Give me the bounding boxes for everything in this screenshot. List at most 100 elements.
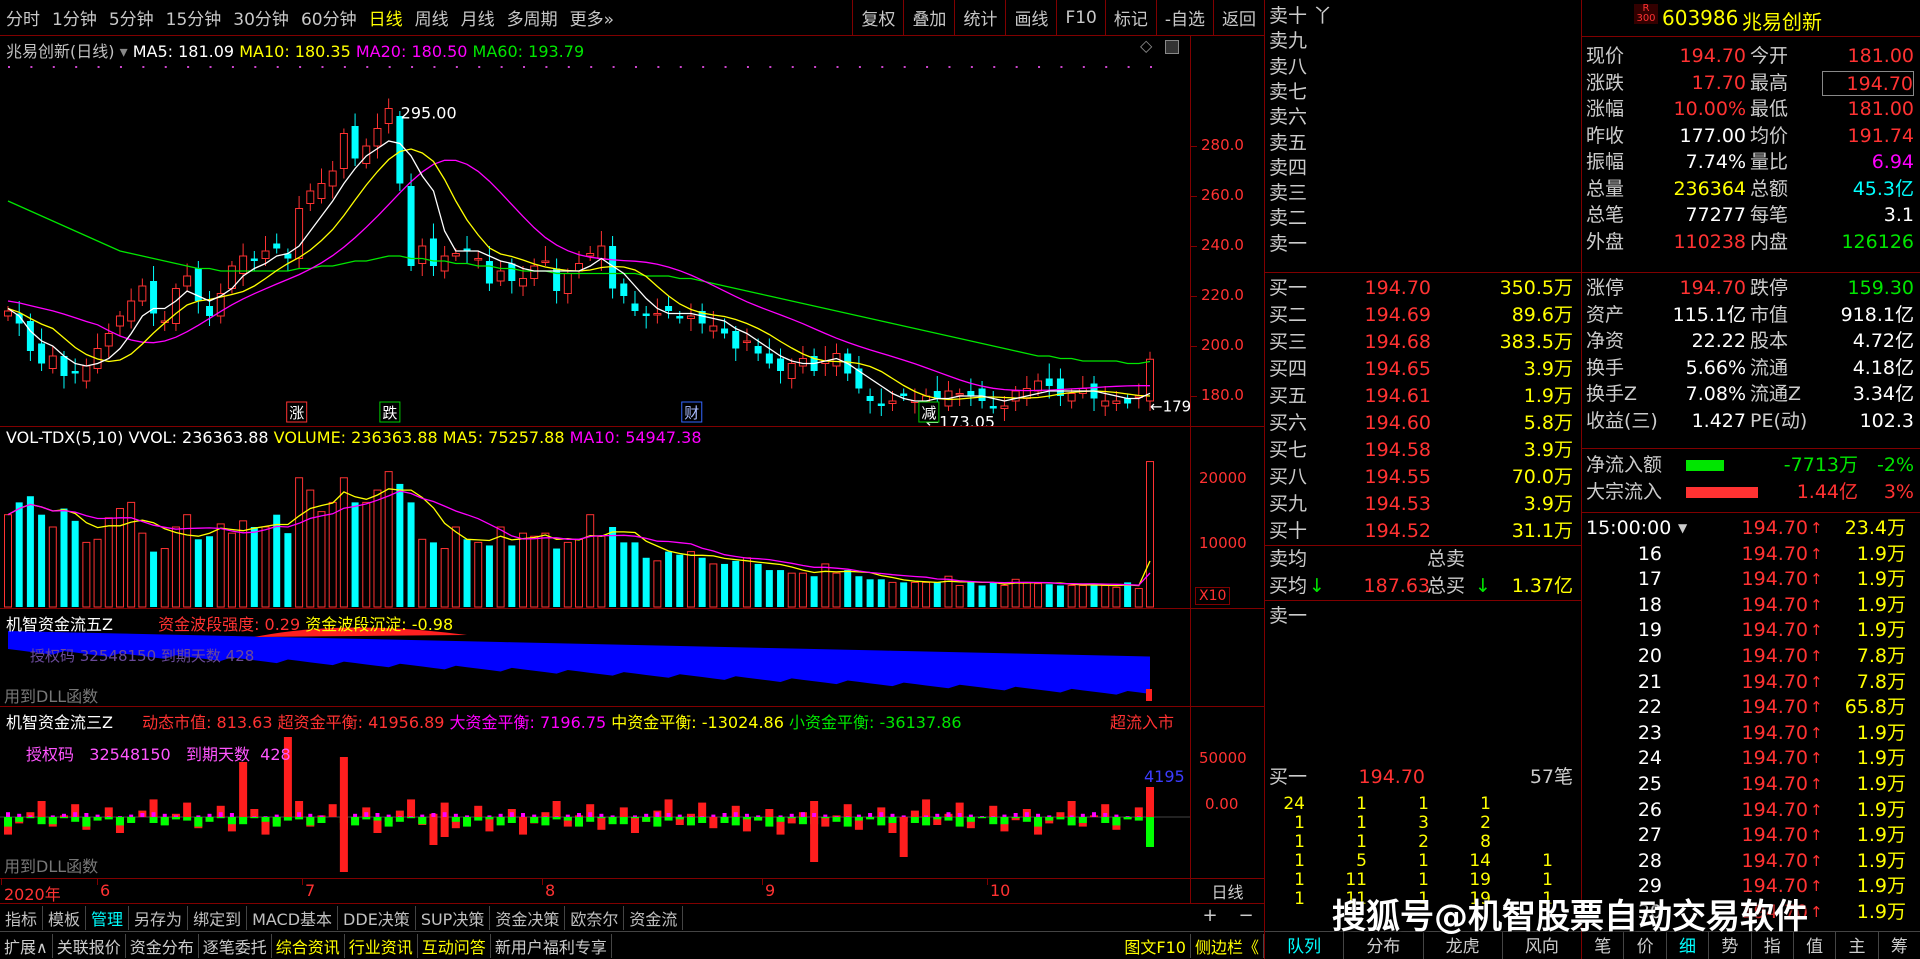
flow3-bar-big <box>1080 813 1085 817</box>
candle <box>877 403 885 406</box>
panel-maximize-icon[interactable] <box>1165 40 1179 54</box>
flow3-bar-small <box>272 817 281 827</box>
indicator-tab-9[interactable]: 欧奈尔 <box>565 905 625 930</box>
status-tab-4[interactable]: 综合资讯 <box>272 933 345 958</box>
period-tab-10[interactable]: 更多» <box>564 5 620 30</box>
volume-bar <box>1124 582 1132 607</box>
status-tab-3[interactable]: 逐笔委托 <box>199 933 272 958</box>
toolbar-button-5[interactable]: 标记 <box>1104 0 1156 35</box>
buy-level-price-4[interactable]: 194.61 <box>1349 384 1431 409</box>
period-tab-1[interactable]: 1分钟 <box>46 5 103 30</box>
status-tab-2[interactable]: 资金分布 <box>126 933 199 958</box>
indicator-tab-2[interactable]: 管理 <box>86 905 130 930</box>
price-panel[interactable]: 兆易创新(日线) ▾ MA5: 181.09 MA10: 180.35 MA20… <box>0 36 1190 426</box>
period-tab-0[interactable]: 分时 <box>0 5 46 30</box>
buy-level-price-0[interactable]: 194.70 <box>1349 276 1431 301</box>
volume-bar <box>160 548 169 608</box>
flow3-bar-small <box>664 817 673 821</box>
signal-dot <box>970 66 973 68</box>
flow5-title: 机智资金流五Z <box>6 615 113 634</box>
buy-level-price-6[interactable]: 194.58 <box>1349 438 1431 463</box>
flow3-bar-small <box>989 817 998 825</box>
time-tick <box>97 879 98 885</box>
filter-icon[interactable]: ▼ <box>1678 516 1687 541</box>
indicator-tab-5[interactable]: MACD基本 <box>247 905 339 930</box>
period-tab-3[interactable]: 15分钟 <box>160 5 228 30</box>
buy-level-price-9[interactable]: 194.52 <box>1349 519 1431 544</box>
candle <box>955 393 964 396</box>
total-sell-label: 总卖 <box>1427 548 1466 570</box>
flow3-panel[interactable]: 机智资金流三Z 动态市值: 813.63 超资金平衡: 41956.89 大资金… <box>0 706 1190 878</box>
volume-bar <box>295 477 304 608</box>
signal-dot <box>612 66 615 68</box>
quote-tab-6[interactable]: 主 <box>1836 932 1879 959</box>
zoom-in-button[interactable]: + <box>1202 905 1217 929</box>
toolbar-button-6[interactable]: -自选 <box>1155 0 1213 35</box>
volume-bar <box>82 541 91 608</box>
flow3-bar-small <box>978 817 987 819</box>
quote-label: 总额 <box>1750 177 1789 200</box>
volume-bar <box>1034 583 1043 608</box>
signal-dot <box>500 66 503 68</box>
status-tab-9[interactable]: 侧边栏《 <box>1191 933 1264 958</box>
buy-level-vol-9: 31.1万 <box>1511 520 1573 542</box>
buy-level-price-2[interactable]: 194.68 <box>1349 330 1431 355</box>
zoom-out-button[interactable]: − <box>1238 905 1253 929</box>
flow3-bar-small <box>798 817 807 825</box>
buy-level-price-3[interactable]: 194.65 <box>1349 357 1431 382</box>
buy-level-price-1[interactable]: 194.69 <box>1349 303 1431 328</box>
status-tab-1[interactable]: 关联报价 <box>53 933 126 958</box>
flow3-bar-big <box>890 813 895 817</box>
flow3-bar-big <box>521 813 526 817</box>
buy-level-price-5[interactable]: 194.60 <box>1349 411 1431 436</box>
indicator-tab-6[interactable]: DDE决策 <box>338 905 416 930</box>
period-tab-7[interactable]: 周线 <box>409 5 455 30</box>
quote-tab-7[interactable]: 筹 <box>1879 932 1920 959</box>
flow3-bar-big <box>1069 815 1074 817</box>
flow3-bar-big <box>823 814 828 817</box>
status-tab-6[interactable]: 互动问答 <box>418 933 491 958</box>
flow3-bar-big <box>218 812 223 817</box>
volume-bar <box>765 570 773 607</box>
period-tab-5[interactable]: 60分钟 <box>295 5 363 30</box>
volume-bar <box>563 541 572 608</box>
indicator-tab-7[interactable]: SUP决策 <box>416 905 491 930</box>
indicator-tab-8[interactable]: 资金决策 <box>490 905 566 930</box>
indicator-tab-1[interactable]: 模板 <box>43 905 87 930</box>
buy-level-price-8[interactable]: 194.53 <box>1349 492 1431 517</box>
indicator-tab-0[interactable]: 指标 <box>0 905 44 930</box>
toolbar-button-4[interactable]: F10 <box>1056 0 1104 35</box>
toolbar-button-1[interactable]: 叠加 <box>903 0 954 35</box>
flow3-bar-small <box>351 817 360 826</box>
toolbar-button-7[interactable]: 返回 <box>1213 0 1264 35</box>
period-tab-9[interactable]: 多周期 <box>501 5 564 30</box>
signal-dot <box>276 66 279 68</box>
toolbar-button-3[interactable]: 画线 <box>1005 0 1056 35</box>
flow5-panel[interactable]: 机智资金流五Z 资金波段强度: 0.29 资金波段沉淀: -0.98 授权码 3… <box>0 608 1190 706</box>
period-tab-6[interactable]: 日线 <box>363 5 409 30</box>
stock-code: 603986 <box>1662 6 1739 30</box>
status-tab-7[interactable]: 新用户福利专享 <box>491 933 612 958</box>
toolbar-button-2[interactable]: 统计 <box>954 0 1005 35</box>
flow3-bar-small <box>474 817 483 821</box>
tick-volume: 23.4万 <box>1844 517 1906 539</box>
volume-panel[interactable]: VOL-TDX(5,10) VVOL: 236363.88 VOLUME: 23… <box>0 426 1190 608</box>
volume-bar <box>138 532 147 608</box>
indicator-tab-3[interactable]: 另存为 <box>129 905 189 930</box>
flow3-big: 大资金平衡: 7196.75 <box>449 713 607 732</box>
period-tab-4[interactable]: 30分钟 <box>227 5 295 30</box>
period-tab-2[interactable]: 5分钟 <box>103 5 160 30</box>
flow3-bar-small <box>731 817 740 826</box>
status-tab-5[interactable]: 行业资讯 <box>345 933 418 958</box>
flow3-spike <box>899 817 908 857</box>
sell-average-label: 卖均 <box>1269 548 1308 570</box>
toolbar-button-0[interactable]: 复权 <box>852 0 903 35</box>
indicator-tab-10[interactable]: 资金流 <box>624 905 684 930</box>
flow3-spike <box>339 817 348 872</box>
period-tab-8[interactable]: 月线 <box>455 5 501 30</box>
status-tab-8[interactable]: 图文F10 <box>1120 933 1191 958</box>
volume-bar <box>284 533 292 607</box>
indicator-tab-4[interactable]: 绑定到 <box>188 905 248 930</box>
status-tab-0[interactable]: 扩展∧ <box>0 933 53 958</box>
buy-level-price-7[interactable]: 194.55 <box>1349 465 1431 490</box>
